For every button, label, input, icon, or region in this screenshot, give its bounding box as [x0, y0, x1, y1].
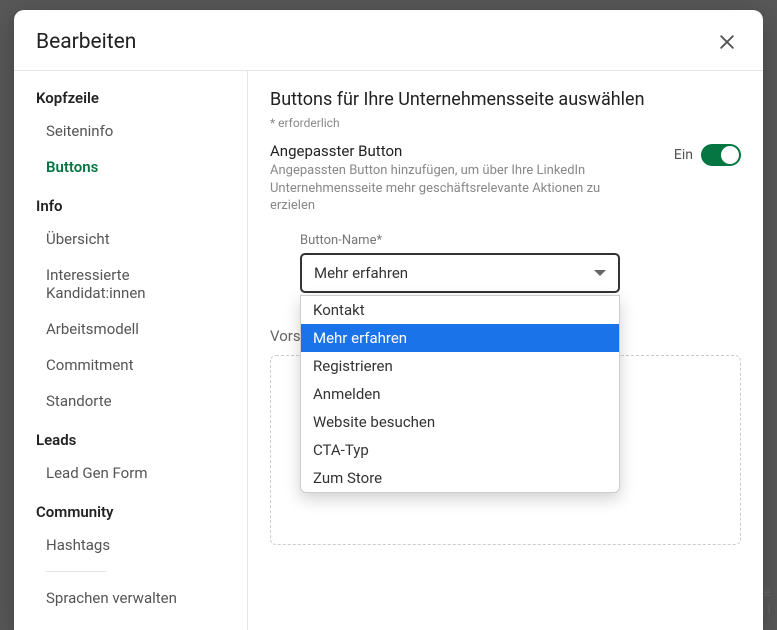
sidebar-item-standorte[interactable]: Standorte — [14, 383, 247, 419]
nav-section-community: Community Hashtags — [14, 495, 247, 563]
required-note: * erforderlich — [270, 116, 741, 130]
sidebar-item-commitment[interactable]: Commitment — [14, 347, 247, 383]
button-name-label: Button-Name* — [300, 233, 741, 248]
nav-section-kopfzeile: Kopfzeile Seiteninfo Buttons — [14, 81, 247, 185]
nav-section-leads: Leads Lead Gen Form — [14, 423, 247, 491]
sidebar-item-uebersicht[interactable]: Übersicht — [14, 221, 247, 257]
chevron-down-icon — [594, 270, 606, 276]
sidebar-item-leadgenform[interactable]: Lead Gen Form — [14, 455, 247, 491]
sidebar-item-sprachen[interactable]: Sprachen verwalten — [14, 580, 247, 616]
button-name-select[interactable]: Mehr erfahren — [300, 253, 620, 293]
option-website-besuchen[interactable]: Website besuchen — [301, 408, 619, 436]
button-name-field: Button-Name* Mehr erfahren Kontakt Mehr … — [300, 233, 741, 293]
sidebar-item-buttons[interactable]: Buttons — [14, 149, 247, 185]
option-registrieren[interactable]: Registrieren — [301, 352, 619, 380]
option-mehr-erfahren[interactable]: Mehr erfahren — [301, 324, 619, 352]
custom-button-row: Angepasster Button Angepassten Button hi… — [270, 142, 741, 215]
option-zum-store[interactable]: Zum Store — [301, 464, 619, 492]
close-button[interactable] — [713, 28, 741, 56]
nav-divider — [46, 571, 106, 572]
option-anmelden[interactable]: Anmelden — [301, 380, 619, 408]
modal-body: Kopfzeile Seiteninfo Buttons Info Übersi… — [14, 70, 763, 630]
sidebar-item-hashtags[interactable]: Hashtags — [14, 527, 247, 563]
nav-heading: Leads — [14, 423, 247, 455]
custom-button-title: Angepasster Button — [270, 142, 660, 160]
custom-button-desc: Angepassten Button hinzufügen, um über I… — [270, 162, 630, 215]
select-value: Mehr erfahren — [314, 264, 408, 282]
close-icon — [717, 32, 737, 52]
option-cta-typ[interactable]: CTA-Typ — [301, 436, 619, 464]
toggle-knob — [721, 146, 739, 164]
modal-title: Bearbeiten — [36, 30, 136, 54]
toggle-label: Ein — [674, 147, 693, 163]
nav-heading: Kopfzeile — [14, 81, 247, 113]
nav-section-info: Info Übersicht Interessierte Kandidat:in… — [14, 189, 247, 419]
modal-header: Bearbeiten — [14, 10, 763, 70]
edit-modal: Bearbeiten Kopfzeile Seiteninfo Buttons … — [14, 10, 763, 630]
content-pane[interactable]: Buttons für Ihre Unternehmensseite auswä… — [248, 71, 763, 630]
custom-button-toggle[interactable] — [701, 144, 741, 166]
sidebar-item-arbeitsmodell[interactable]: Arbeitsmodell — [14, 311, 247, 347]
option-kontakt[interactable]: Kontakt — [301, 296, 619, 324]
custom-button-text: Angepasster Button Angepassten Button hi… — [270, 142, 660, 215]
sidebar-item-seiteninfo[interactable]: Seiteninfo — [14, 113, 247, 149]
toggle-wrap: Ein — [674, 144, 741, 166]
sidebar[interactable]: Kopfzeile Seiteninfo Buttons Info Übersi… — [14, 71, 248, 630]
nav-heading: Info — [14, 189, 247, 221]
button-name-dropdown: Kontakt Mehr erfahren Registrieren Anmel… — [300, 295, 620, 493]
content-heading: Buttons für Ihre Unternehmensseite auswä… — [270, 89, 741, 110]
sidebar-item-kandidaten[interactable]: Interessierte Kandidat:innen — [14, 257, 247, 311]
nav-heading: Community — [14, 495, 247, 527]
